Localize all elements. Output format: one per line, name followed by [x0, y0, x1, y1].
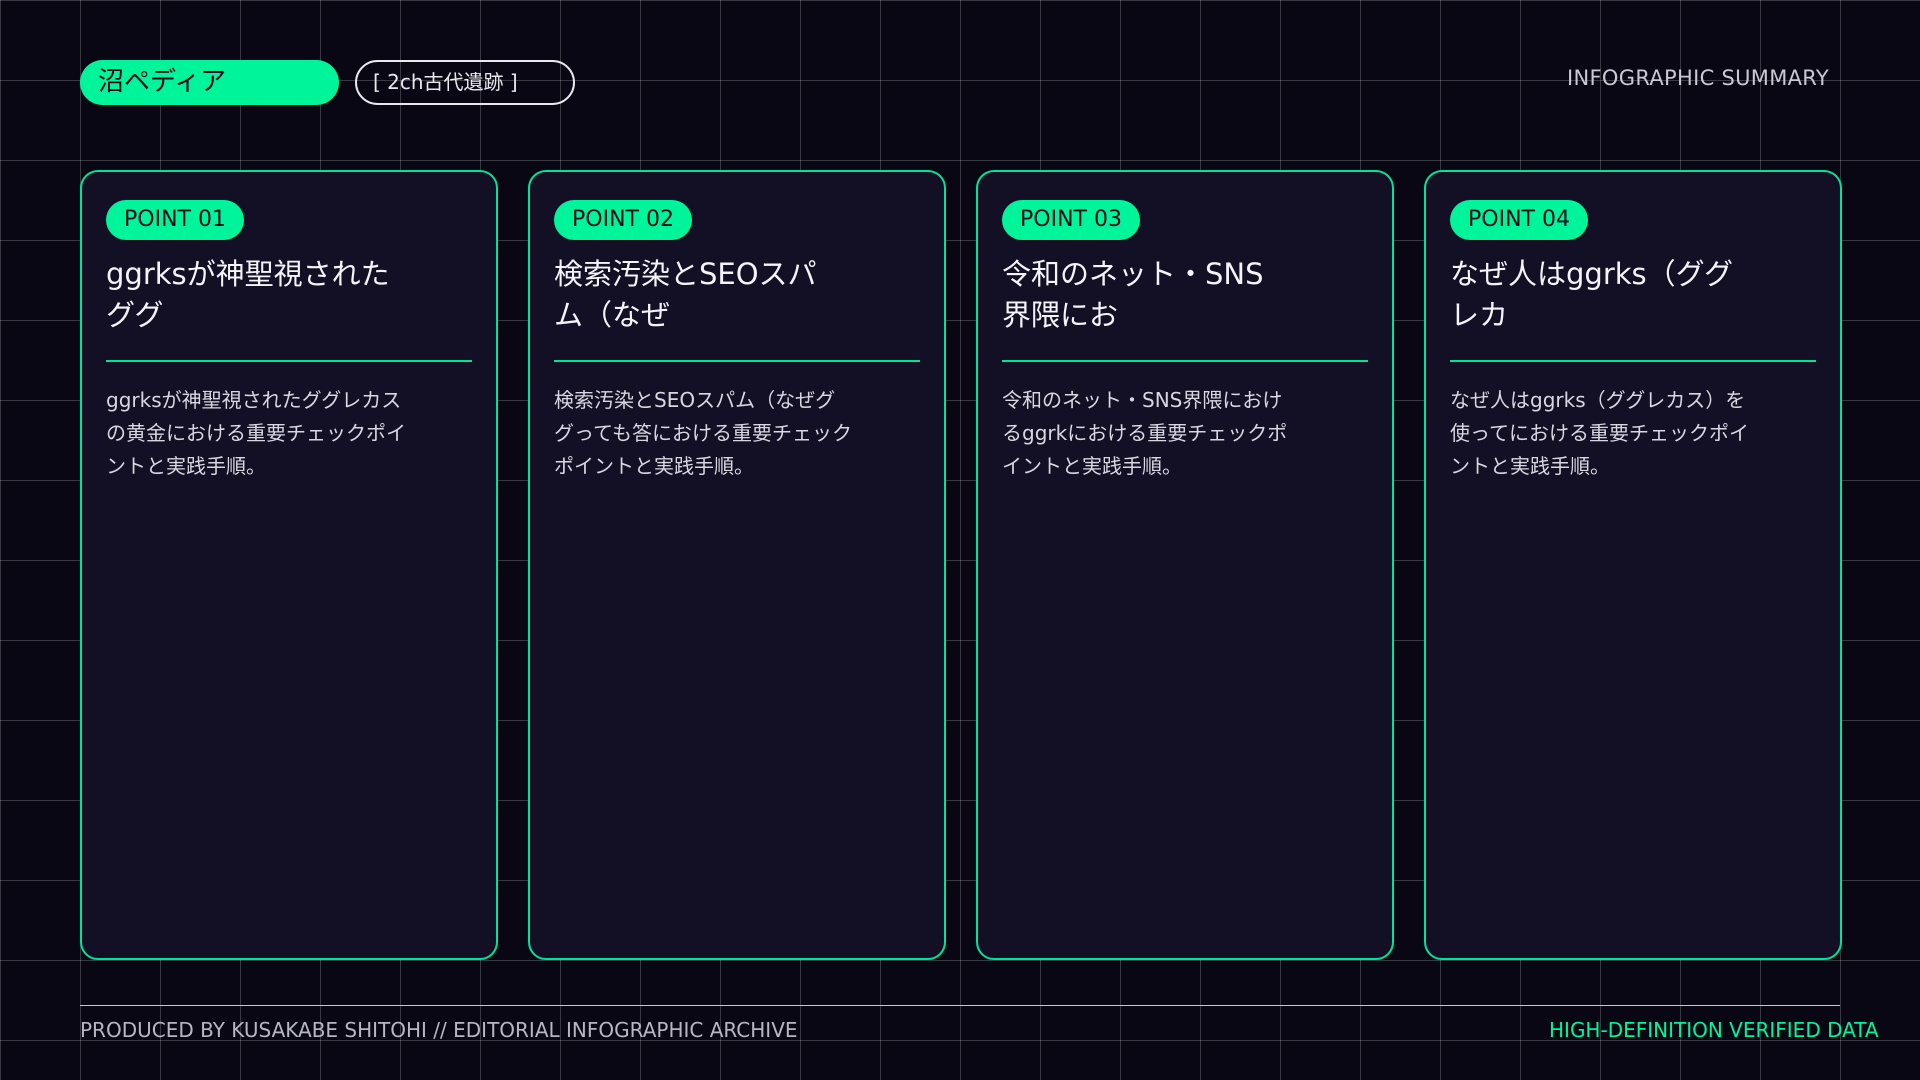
brand-badge: 沼ペディア	[80, 60, 339, 105]
card-divider	[1002, 360, 1368, 362]
card-divider	[554, 360, 920, 362]
point-card: POINT 04 なぜ人はggrks（ググレカ なぜ人はggrks（ググレカス）…	[1424, 170, 1842, 960]
category-tag: [ 2ch古代遺跡 ]	[355, 60, 575, 105]
header-label: INFOGRAPHIC SUMMARY	[1567, 66, 1829, 90]
point-badge: POINT 03	[1002, 200, 1140, 240]
card-body: なぜ人はggrks（ググレカス）を使ってにおける重要チェックポイントと実践手順。	[1450, 388, 1749, 478]
card-title: 令和のネット・SNS界隈にお	[1002, 257, 1264, 332]
point-badge: POINT 01	[106, 200, 244, 240]
card-title: なぜ人はggrks（ググレカ	[1450, 257, 1734, 332]
point-badge: POINT 04	[1450, 200, 1588, 240]
point-badge: POINT 02	[554, 200, 692, 240]
card-body: 令和のネット・SNS界隈におけるggrkにおける重要チェックポイントと実践手順。	[1002, 388, 1288, 478]
point-card: POINT 02 検索汚染とSEOスパム（なぜ 検索汚染とSEOスパム（なぜググ…	[528, 170, 946, 960]
card-body: 検索汚染とSEOスパム（なぜググっても答における重要チェックポイントと実践手順。	[554, 388, 852, 478]
infographic-page: 沼ペディア [ 2ch古代遺跡 ] INFOGRAPHIC SUMMARY PO…	[0, 0, 1920, 1080]
cards-row: POINT 01 ggrksが神聖視されたググ ggrksが神聖視されたググレカ…	[80, 170, 1842, 960]
card-divider	[1450, 360, 1816, 362]
footer-credit: PRODUCED BY KUSAKABE SHITOHI // EDITORIA…	[80, 1018, 798, 1042]
footer-divider	[80, 1005, 1840, 1006]
card-divider	[106, 360, 472, 362]
card-title: 検索汚染とSEOスパム（なぜ	[554, 257, 817, 332]
card-body: ggrksが神聖視されたググレカスの黄金における重要チェックポイントと実践手順。	[106, 388, 406, 478]
point-card: POINT 01 ggrksが神聖視されたググ ggrksが神聖視されたググレカ…	[80, 170, 498, 960]
card-title: ggrksが神聖視されたググ	[106, 257, 390, 332]
point-card: POINT 03 令和のネット・SNS界隈にお 令和のネット・SNS界隈における…	[976, 170, 1394, 960]
footer-verified-label: HIGH-DEFINITION VERIFIED DATA	[1549, 1018, 1879, 1042]
